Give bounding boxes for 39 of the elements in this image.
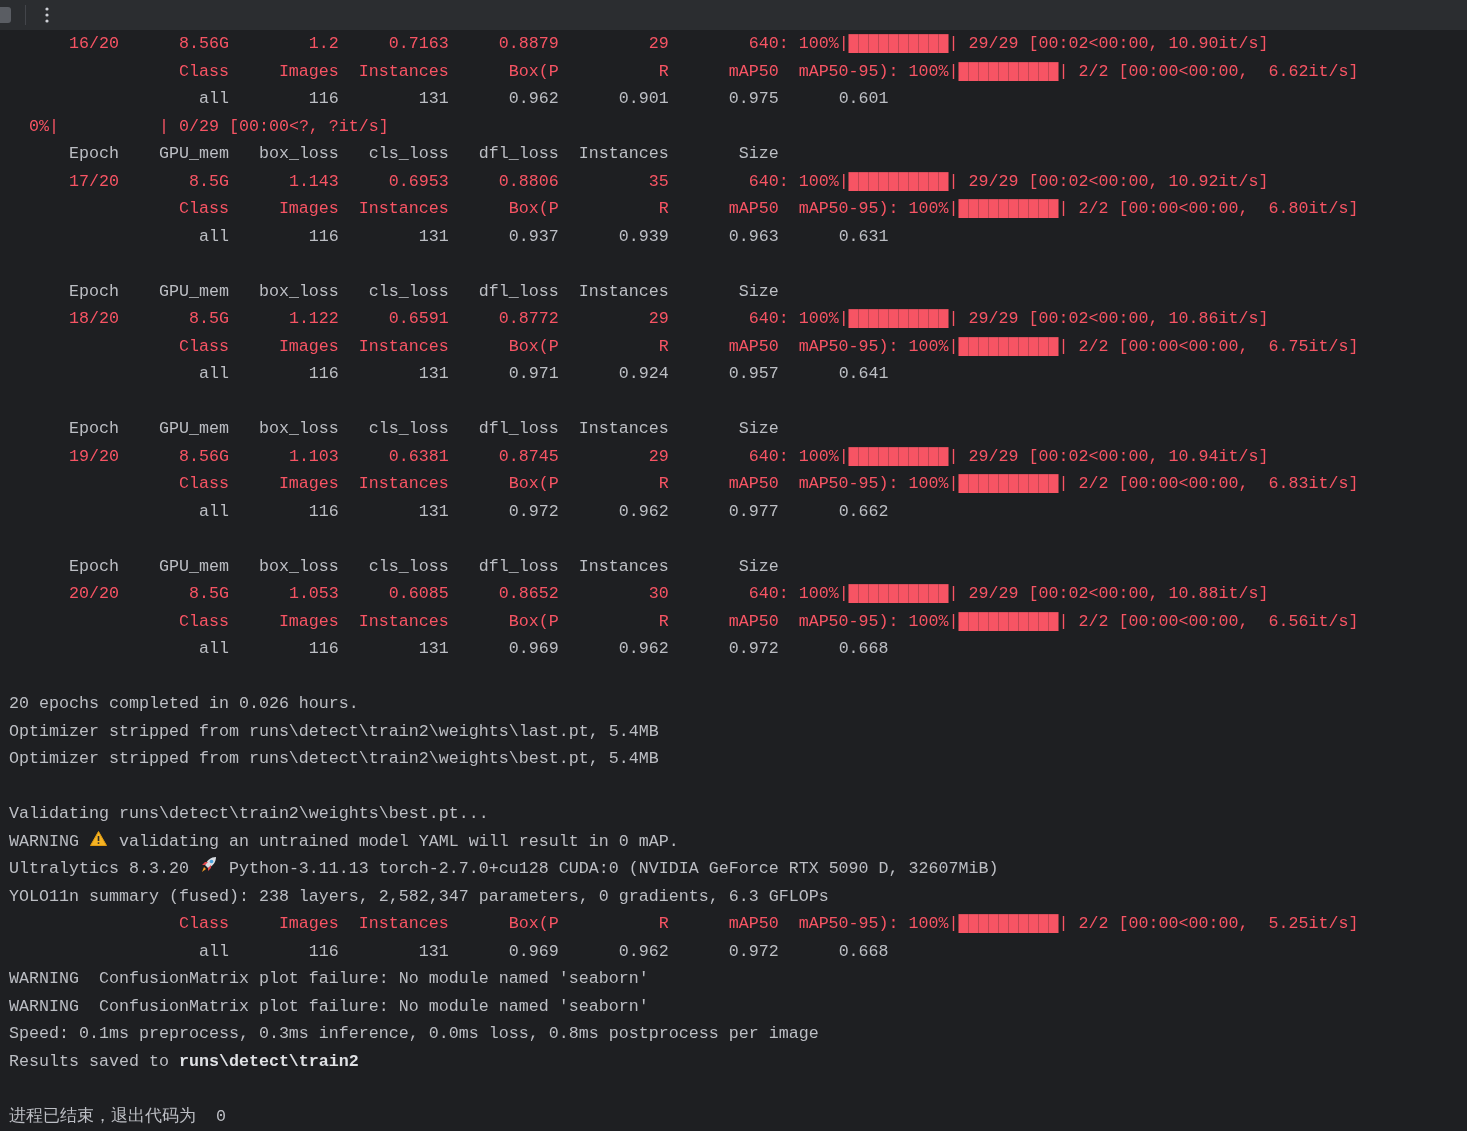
console-text: Validating runs\detect\train2\weights\best.pt...: [9, 804, 489, 823]
console-text: 0%| | 0/29 [00:00<?, ?it/s]: [29, 116, 389, 136]
console-text: Class Images Instances Box(P R mAP50 mAP50-95): 100%|██████████| 2/2 [00:00<00:00, 6.80it/s]: [178, 199, 1359, 218]
console-text: 18/20 8.5G 1.122 0.6591 0.8772 29 640: 100%|██████████| 29/29 [00:02<00:00, 10.86it/s]: [69, 309, 1269, 328]
console-text: Epoch GPU_mem box_loss cls_loss dfl_loss Instances Size: [69, 419, 779, 438]
console-text: 17/20 8.5G 1.143 0.6953 0.8806 35 640: 100%|██████████| 29/29 [00:02<00:00, 10.92it/s]: [69, 171, 1269, 191]
console-text: WARNING ConfusionMatrix plot failure: No module named 'seaborn': [9, 996, 649, 1016]
console-text: 19/20 8.56G 1.103 0.6381 0.8745 29 640: 100%|██████████| 29/29 [00:02<00:00, 10.94it/s]: [69, 446, 1269, 466]
console-text: 20 epochs completed in 0.026 hours.: [9, 694, 359, 713]
console-text: Epoch GPU_mem box_loss cls_loss dfl_loss Instances Size: [69, 281, 779, 301]
console-text: 20/20 8.5G 1.053 0.6085 0.8652 30 640: 100%|██████████| 29/29 [00:02<00:00, 10.88it/s]: [69, 584, 1269, 603]
console-text: Epoch GPU_mem box_loss cls_loss dfl_loss Instances Size: [69, 556, 779, 576]
console-text: Results saved to runs\detect\train2: [9, 1051, 359, 1071]
console-text: all 116 131 0.969 0.962 0.972 0.668: [198, 941, 889, 961]
console-text: Speed: 0.1ms preprocess, 0.3ms inference, 0.0ms loss, 0.8ms postprocess per image: [9, 1024, 819, 1043]
warning-icon: [90, 830, 108, 846]
console-text: all 116 131 0.962 0.901 0.975 0.601: [198, 89, 889, 108]
console-text: WARNING ConfusionMatrix plot failure: No module named 'seaborn': [9, 969, 649, 988]
console-text: all 116 131 0.971 0.924 0.957 0.641: [198, 364, 889, 383]
console-text: all 116 131 0.969 0.962 0.972 0.668: [198, 639, 889, 658]
console-text: Class Images Instances Box(P R mAP50 mAP50-95): 100%|██████████| 2/2 [00:00<00:00, 6.83it/s]: [178, 474, 1359, 493]
console-text: all 116 131 0.972 0.962 0.977 0.662: [198, 501, 889, 521]
console-text: YOLO11n summary (fused): 238 layers, 2,582,347 parameters, 0 gradients, 6.3 GFLOPs: [9, 886, 829, 906]
console-text: 进程已结束，退出代码为 0: [9, 1106, 226, 1126]
console-text: Class Images Instances Box(P R mAP50 mAP50-95): 100%|██████████| 2/2 [00:00<00:00, 6.75it/s]: [178, 336, 1359, 356]
console-text: 16/20 8.56G 1.2 0.7163 0.8879 29 640: 100%|██████████| 29/29 [00:02<00:00, 10.90it/s]: [69, 34, 1269, 53]
console-text: Epoch GPU_mem box_loss cls_loss dfl_loss Instances Size: [69, 144, 779, 163]
rocket-icon: [200, 856, 218, 873]
console-text: Python-3.11.13 torch-2.7.0+cu128 CUDA:0 (NVIDIA GeForce RTX 5090 D, 32607MiB): [228, 859, 999, 878]
console-text: Class Images Instances Box(P R mAP50 mAP50-95): 100%|██████████| 2/2 [00:00<00:00, 6.56it/s]: [178, 611, 1359, 631]
more-icon: [45, 7, 49, 23]
console-text: validating an untrained model YAML will result in 0 mAP.: [118, 831, 679, 851]
console-text: all 116 131 0.937 0.939 0.963 0.631: [198, 226, 889, 246]
console-text: Class Images Instances Box(P R mAP50 mAP50-95): 100%|██████████| 2/2 [00:00<00:00, 5.25it/s]: [178, 914, 1359, 933]
console-text: Ultralytics 8.3.20: [9, 859, 189, 878]
console-text: Optimizer stripped from runs\detect\train2\weights\best.pt, 5.4MB: [9, 749, 659, 768]
console-text: Optimizer stripped from runs\detect\train2\weights\last.pt, 5.4MB: [9, 721, 659, 741]
console-text: WARNING: [9, 831, 79, 851]
console-text: Class Images Instances Box(P R mAP50 mAP50-95): 100%|██████████| 2/2 [00:00<00:00, 6.62it/s]: [178, 61, 1359, 81]
